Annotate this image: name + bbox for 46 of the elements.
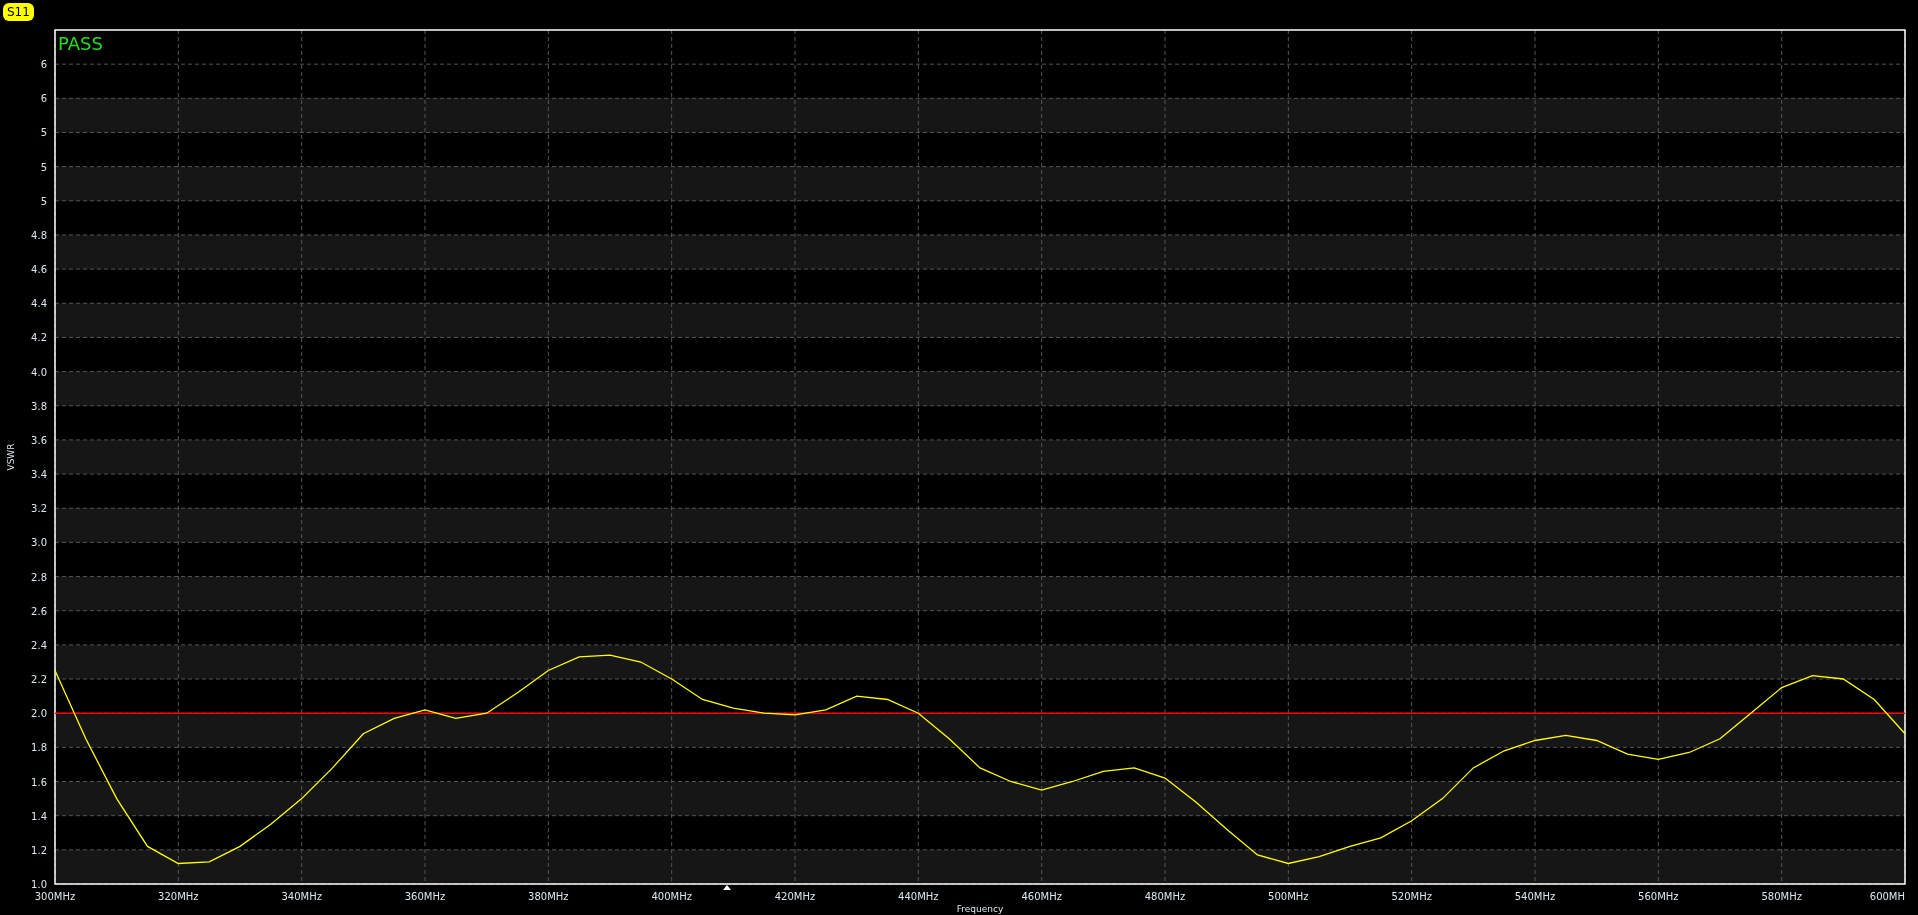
x-tick-label: 500MHz — [1268, 891, 1309, 902]
marker-triangle-icon[interactable] — [723, 885, 731, 890]
y-tick-label: 5 — [40, 127, 47, 139]
x-tick-label: 320MHz — [158, 891, 199, 902]
x-tick-label: 340MHz — [281, 891, 322, 902]
y-tick-label: 6 — [40, 59, 47, 71]
x-tick-label: 580MHz — [1761, 891, 1802, 902]
y-tick-label: 6 — [40, 93, 47, 105]
x-tick-label: 460MHz — [1021, 891, 1062, 902]
y-tick-label: 1.0 — [31, 879, 47, 890]
trace-badge: S11 — [3, 3, 34, 21]
y-tick-label: 4.8 — [31, 229, 47, 241]
y-tick-label: 1.8 — [31, 742, 47, 754]
y-tick-label: 3.4 — [31, 469, 47, 481]
y-tick-label: 4.0 — [31, 366, 47, 378]
x-tick-label: 380MHz — [528, 891, 569, 902]
y-tick-label: 2.2 — [31, 674, 47, 686]
y-tick-label: 3.0 — [31, 537, 47, 549]
y-tick-label: 3.6 — [31, 434, 47, 446]
x-tick-label: 560MHz — [1638, 891, 1679, 902]
x-tick-label: 480MHz — [1144, 891, 1186, 902]
y-tick-label: 2.6 — [31, 605, 47, 617]
y-tick-label: 3.2 — [31, 503, 47, 515]
y-tick-label: 2.8 — [31, 571, 47, 583]
y-tick-label: 2.0 — [31, 708, 47, 720]
y-tick-label: 2.4 — [31, 639, 47, 651]
x-tick-label: 440MHz — [898, 891, 939, 902]
x-tick-label: 600MH — [1869, 891, 1905, 902]
y-tick-label: 1.4 — [31, 810, 47, 822]
x-tick-label: 420MHz — [774, 891, 816, 902]
x-tick-label: 400MHz — [651, 891, 692, 902]
x-tick-label: 520MHz — [1391, 891, 1432, 902]
y-tick-label: 4.2 — [31, 332, 47, 344]
y-tick-label: 3.8 — [31, 400, 47, 412]
y-tick-label: 5 — [40, 195, 47, 207]
y-tick-label: 5 — [40, 161, 47, 173]
y-tick-label: 1.6 — [31, 776, 47, 788]
x-tick-label: 540MHz — [1514, 891, 1556, 902]
x-axis-title: Frequency — [956, 904, 1004, 914]
y-axis-title: VSWR — [6, 443, 16, 471]
y-tick-label: 4.6 — [31, 264, 47, 276]
y-tick-label: 1.2 — [31, 844, 47, 856]
x-tick-label: 360MHz — [404, 891, 446, 902]
y-tick-label: 4.4 — [31, 298, 47, 310]
pass-status: PASS — [58, 33, 103, 54]
x-tick-label: 300MHz — [34, 891, 76, 902]
